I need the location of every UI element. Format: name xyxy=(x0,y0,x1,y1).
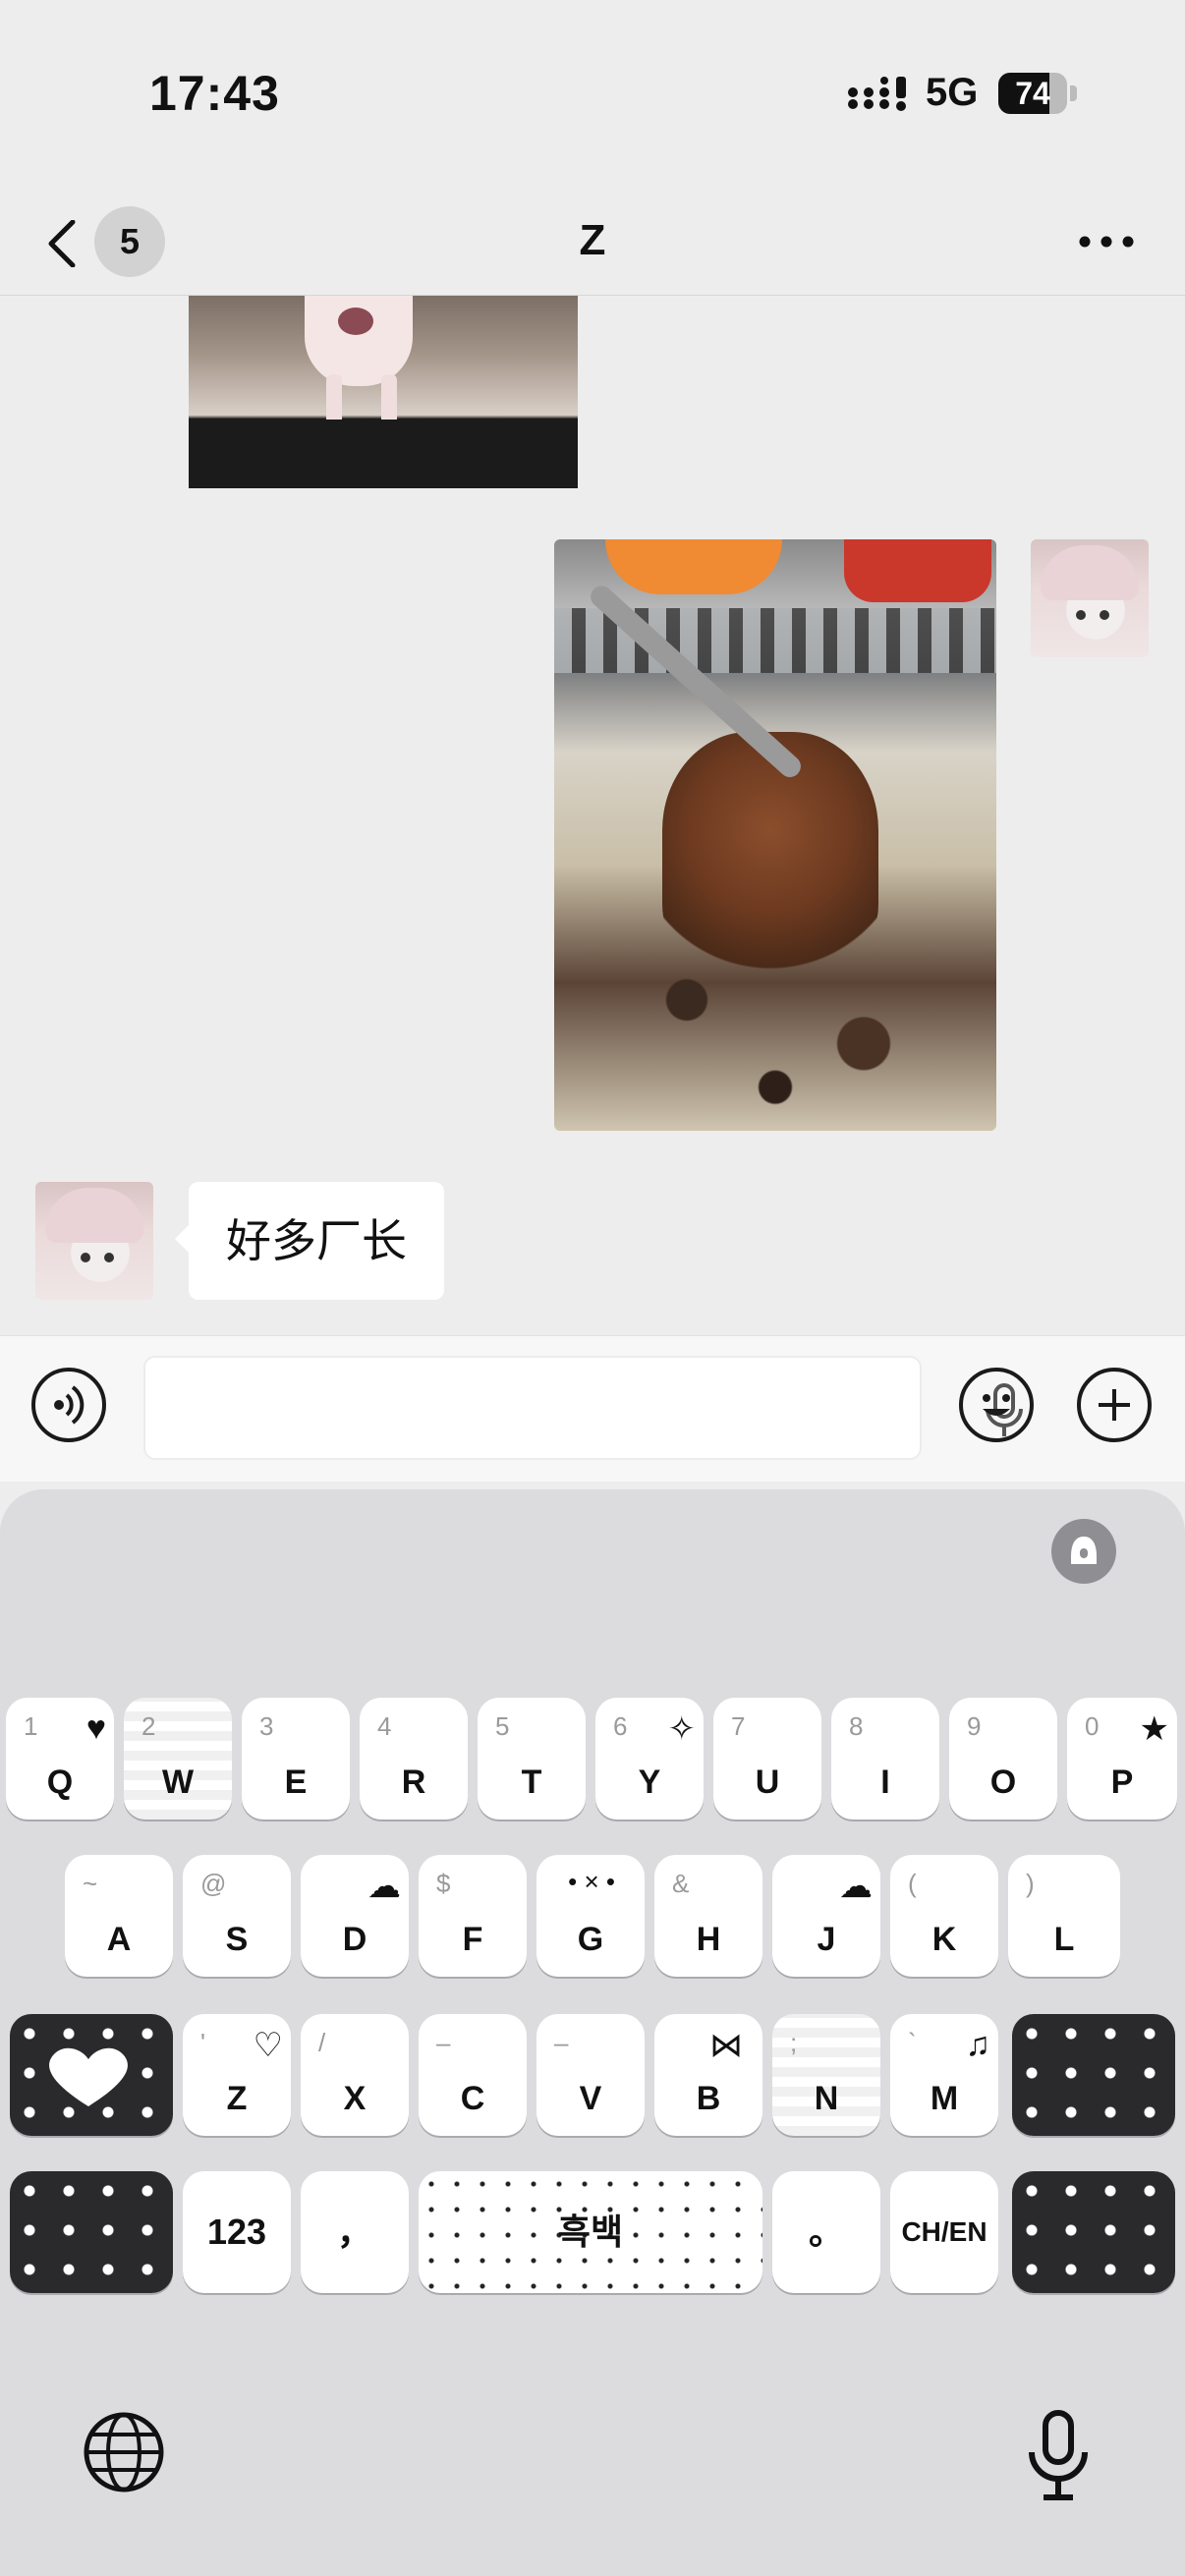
chat-title: Z xyxy=(579,216,606,264)
comma-key[interactable]: ， xyxy=(301,2171,409,2293)
battery-icon: 74 xyxy=(998,73,1079,114)
key-f[interactable]: $ F xyxy=(419,1855,527,1977)
key-b[interactable]: ⋈ B xyxy=(654,2014,762,2136)
smiley-icon xyxy=(983,1394,1010,1416)
battery-percent: 74 xyxy=(1015,76,1050,111)
numbers-key[interactable]: 123 xyxy=(183,2171,291,2293)
keyboard-theme-icon xyxy=(1071,1537,1097,1564)
key-r[interactable]: 4R xyxy=(360,1698,468,1820)
key-g[interactable]: • × • G xyxy=(536,1855,645,1977)
key-w[interactable]: 2W xyxy=(124,1698,232,1820)
keyboard-theme-button[interactable] xyxy=(1051,1519,1116,1584)
key-q[interactable]: 1 ♥ Q xyxy=(6,1698,114,1820)
dictation-microphone-icon[interactable] xyxy=(1024,2409,1093,2503)
message-bubble[interactable]: 好多厂长 xyxy=(175,1182,444,1300)
globe-icon[interactable] xyxy=(83,2411,165,2493)
key-p[interactable]: 0 ★ P xyxy=(1067,1698,1177,1820)
key-v[interactable]: – V xyxy=(536,2014,645,2136)
back-button[interactable]: 5 xyxy=(47,187,175,295)
language-key[interactable]: CH/EN xyxy=(890,2171,998,2293)
unread-badge: 5 xyxy=(94,206,165,277)
avatar-self[interactable] xyxy=(1031,539,1149,657)
key-y[interactable]: 6 ✧ Y xyxy=(595,1698,704,1820)
key-n[interactable]: ; N xyxy=(772,2014,880,2136)
key-e[interactable]: 3E xyxy=(242,1698,350,1820)
message-input-bar xyxy=(0,1335,1185,1482)
space-key[interactable]: 흑백 xyxy=(419,2171,762,2293)
key-j[interactable]: ☁ J xyxy=(772,1855,880,1977)
shift-key[interactable] xyxy=(10,2014,173,2136)
key-k[interactable]: (K xyxy=(890,1855,998,1977)
message-image-food[interactable] xyxy=(554,539,996,1131)
key-l[interactable]: ) L xyxy=(1008,1855,1120,1977)
message-input[interactable] xyxy=(143,1356,1023,1460)
backspace-key[interactable] xyxy=(1012,2014,1175,2136)
avatar-other[interactable] xyxy=(35,1182,153,1300)
key-o[interactable]: 9O xyxy=(949,1698,1057,1820)
key-a[interactable]: ~ A xyxy=(65,1855,173,1977)
key-i[interactable]: 8I xyxy=(831,1698,939,1820)
add-attachment-button[interactable] xyxy=(1077,1368,1152,1442)
key-z[interactable]: ' ♡ Z xyxy=(183,2014,291,2136)
chevron-left-icon xyxy=(48,220,76,267)
keyboard: 1 ♥ Q 2W 3E 4R 5T 6 ✧ Y 7U 8I 9O 0 ★ P ~ A @ S ☁… xyxy=(0,1489,1185,2576)
key-x[interactable]: / X xyxy=(301,2014,409,2136)
key-t[interactable]: 5T xyxy=(478,1698,586,1820)
emoji-button[interactable] xyxy=(959,1368,1034,1442)
voice-toggle-button[interactable] xyxy=(31,1368,106,1442)
return-key[interactable] xyxy=(1012,2171,1175,2293)
more-options-icon[interactable] xyxy=(1071,214,1142,269)
key-c[interactable]: – C xyxy=(419,2014,527,2136)
key-s[interactable]: @ S xyxy=(183,1855,291,1977)
heart-icon xyxy=(49,2047,128,2106)
key-u[interactable]: 7U xyxy=(713,1698,821,1820)
emoji-key[interactable] xyxy=(10,2171,173,2293)
status-bar: 17:43 5G 74 xyxy=(0,0,1185,187)
key-d[interactable]: ☁ D xyxy=(301,1855,409,1977)
network-type: 5G xyxy=(926,71,979,114)
signal-icon xyxy=(848,77,906,111)
key-h[interactable]: & H xyxy=(654,1855,762,1977)
plus-icon xyxy=(1099,1389,1130,1421)
chat-header: 5 Z xyxy=(0,187,1185,296)
period-key[interactable]: 。 xyxy=(772,2171,880,2293)
voice-icon xyxy=(54,1385,85,1425)
message-image-kitten[interactable] xyxy=(189,296,578,488)
message-text-field[interactable] xyxy=(165,1358,837,1460)
status-time: 17:43 xyxy=(149,66,280,121)
chat-messages: 好多厂长 xyxy=(0,296,1185,1335)
key-m[interactable]: ` ♫ M xyxy=(890,2014,998,2136)
